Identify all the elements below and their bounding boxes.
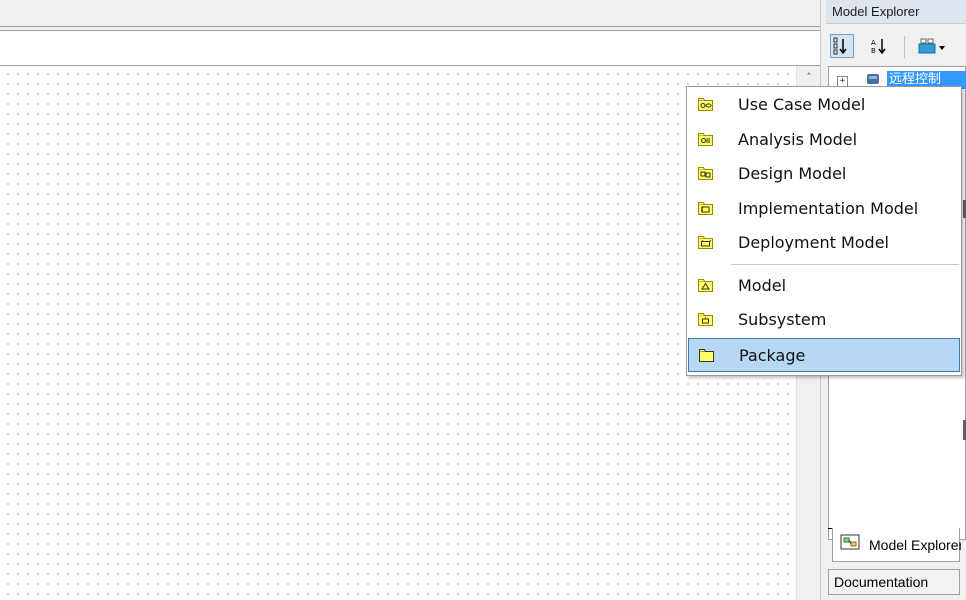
sort-alphabetical-icon[interactable]: A B (868, 34, 892, 58)
menu-item-label: Analysis Model (738, 129, 858, 149)
subsystem-icon (698, 313, 713, 326)
top-toolbar-strip (0, 0, 820, 27)
explorer-toolbar: A B (826, 30, 966, 64)
toolbar-separator (904, 36, 905, 58)
tab-model-explorer[interactable]: Model Explorer (832, 528, 961, 562)
menu-item-package[interactable]: Package (688, 337, 960, 372)
menu-item-label: Implementation Model (738, 198, 919, 218)
menu-item-label: Subsystem (738, 310, 827, 329)
deployment-model-icon (698, 236, 713, 249)
use-case-model-icon (698, 98, 713, 111)
diagram-canvas[interactable] (0, 66, 796, 600)
package-icon (699, 348, 714, 362)
menu-item-analysis-model[interactable]: Analysis Model (688, 123, 960, 157)
scroll-up-arrow-icon[interactable]: ˄ (797, 70, 821, 86)
implementation-model-icon (698, 201, 713, 215)
svg-text:A: A (871, 39, 876, 47)
menu-item-model[interactable]: Model (688, 269, 960, 303)
menu-item-implementation-model[interactable]: Implementation Model (688, 192, 960, 226)
menu-item-label: Model (738, 275, 787, 295)
menu-item-use-case-model[interactable]: Use Case Model (688, 88, 960, 122)
design-model-icon (698, 167, 713, 180)
model-icon (698, 278, 713, 292)
svg-text:B: B (871, 47, 876, 55)
menu-item-label: Design Model (738, 164, 847, 183)
menu-separator (731, 263, 959, 265)
menu-item-design-model[interactable]: Design Model (688, 157, 960, 191)
filter-dropdown-icon[interactable] (914, 34, 950, 58)
diagram-tab-strip (0, 30, 820, 66)
project-icon (865, 71, 881, 87)
panel-title: Model Explorer (826, 0, 966, 24)
analysis-model-icon (698, 132, 713, 146)
sort-by-kind-icon[interactable] (830, 34, 854, 58)
model-explorer-icon (840, 533, 862, 553)
menu-item-subsystem[interactable]: Subsystem (688, 303, 960, 337)
tab-documentation[interactable]: Documentation (828, 569, 960, 595)
add-model-context-menu: Use Case Model Analysis Model Design Model… (686, 86, 962, 376)
menu-item-deployment-model[interactable]: Deployment Model (688, 226, 960, 260)
menu-item-label: Deployment Model (738, 233, 889, 252)
menu-item-label: Package (739, 345, 806, 365)
menu-item-label: Use Case Model (738, 95, 866, 114)
tab-model-explorer-label: Model Explorer (869, 537, 961, 553)
